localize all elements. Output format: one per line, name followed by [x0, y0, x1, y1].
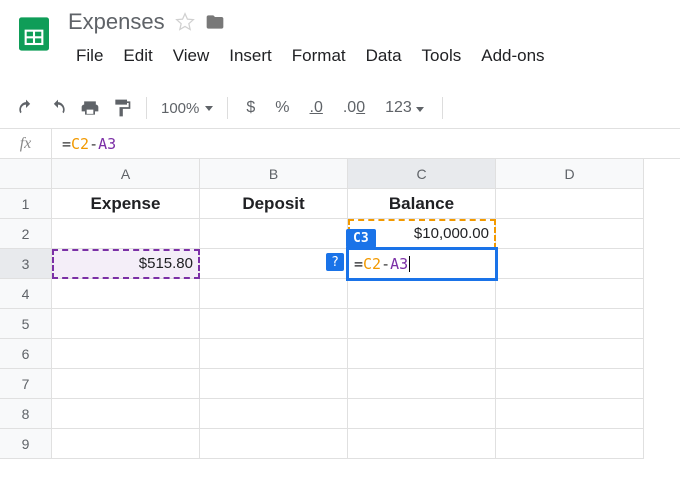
cell-B8[interactable]	[200, 399, 348, 429]
menu-view[interactable]: View	[165, 42, 218, 70]
cell-B2[interactable]	[200, 219, 348, 249]
cell-C6[interactable]	[348, 339, 496, 369]
chevron-down-icon	[416, 107, 424, 112]
menu-bar: File Edit View Insert Format Data Tools …	[68, 42, 672, 70]
cell-A7[interactable]	[52, 369, 200, 399]
redo-icon[interactable]	[44, 94, 72, 122]
row-header-5[interactable]: 5	[0, 309, 52, 339]
cell-C5[interactable]	[348, 309, 496, 339]
cell-A6[interactable]	[52, 339, 200, 369]
menu-tools[interactable]: Tools	[414, 42, 470, 70]
increase-decimal-button[interactable]: .00	[335, 99, 373, 117]
cell-B5[interactable]	[200, 309, 348, 339]
active-cell-badge: C3	[346, 229, 376, 248]
cell-A4[interactable]	[52, 279, 200, 309]
menu-data[interactable]: Data	[358, 42, 410, 70]
spreadsheet-grid[interactable]: A B C D 1 Expense Deposit Balance 2 $10,…	[0, 159, 680, 459]
menu-addons[interactable]: Add-ons	[473, 42, 552, 70]
cell-A1[interactable]: Expense	[52, 189, 200, 219]
col-header-D[interactable]: D	[496, 159, 644, 189]
cell-D1[interactable]	[496, 189, 644, 219]
decrease-decimal-button[interactable]: .0	[302, 99, 331, 117]
row-header-6[interactable]: 6	[0, 339, 52, 369]
cell-C7[interactable]	[348, 369, 496, 399]
cell-D9[interactable]	[496, 429, 644, 459]
toolbar: 100% $ % .0 .00 123	[0, 88, 680, 129]
cell-B9[interactable]	[200, 429, 348, 459]
cell-C4[interactable]	[348, 279, 496, 309]
chevron-down-icon	[205, 106, 213, 111]
formula-input[interactable]: =C2-A3	[52, 135, 116, 153]
format-currency-button[interactable]: $	[238, 99, 263, 117]
cell-A3[interactable]: $515.80	[52, 249, 200, 279]
more-formats-button[interactable]: 123	[377, 99, 432, 117]
cell-C9[interactable]	[348, 429, 496, 459]
row-header-1[interactable]: 1	[0, 189, 52, 219]
folder-icon[interactable]	[205, 12, 225, 32]
cell-B4[interactable]	[200, 279, 348, 309]
paint-format-icon[interactable]	[108, 94, 136, 122]
cell-B6[interactable]	[200, 339, 348, 369]
star-icon[interactable]	[175, 12, 195, 32]
cell-C3-editing[interactable]: C3 ? =C2-A3	[348, 249, 496, 279]
cell-D5[interactable]	[496, 309, 644, 339]
cell-D4[interactable]	[496, 279, 644, 309]
document-title[interactable]: Expenses	[68, 9, 165, 35]
col-header-A[interactable]: A	[52, 159, 200, 189]
menu-insert[interactable]: Insert	[221, 42, 280, 70]
col-header-B[interactable]: B	[200, 159, 348, 189]
select-all-corner[interactable]	[0, 159, 52, 189]
col-header-C[interactable]: C	[348, 159, 496, 189]
row-header-2[interactable]: 2	[0, 219, 52, 249]
cell-D7[interactable]	[496, 369, 644, 399]
menu-edit[interactable]: Edit	[115, 42, 160, 70]
cell-C8[interactable]	[348, 399, 496, 429]
zoom-selector[interactable]: 100%	[157, 100, 217, 117]
format-percent-button[interactable]: %	[267, 99, 297, 117]
cell-B1[interactable]: Deposit	[200, 189, 348, 219]
formula-help-icon[interactable]: ?	[326, 253, 344, 271]
undo-icon[interactable]	[12, 94, 40, 122]
cell-C1[interactable]: Balance	[348, 189, 496, 219]
cell-A8[interactable]	[52, 399, 200, 429]
cell-A2[interactable]	[52, 219, 200, 249]
row-header-7[interactable]: 7	[0, 369, 52, 399]
cell-D6[interactable]	[496, 339, 644, 369]
print-icon[interactable]	[76, 94, 104, 122]
cell-B7[interactable]	[200, 369, 348, 399]
cell-A5[interactable]	[52, 309, 200, 339]
sheets-logo-icon[interactable]	[8, 8, 60, 60]
row-header-9[interactable]: 9	[0, 429, 52, 459]
row-header-8[interactable]: 8	[0, 399, 52, 429]
cell-A9[interactable]	[52, 429, 200, 459]
formula-bar: fx =C2-A3	[0, 129, 680, 159]
menu-format[interactable]: Format	[284, 42, 354, 70]
fx-label: fx	[0, 129, 52, 158]
row-header-4[interactable]: 4	[0, 279, 52, 309]
row-header-3[interactable]: 3	[0, 249, 52, 279]
menu-file[interactable]: File	[68, 42, 111, 70]
cell-D3[interactable]	[496, 249, 644, 279]
cell-D8[interactable]	[496, 399, 644, 429]
cell-D2[interactable]	[496, 219, 644, 249]
